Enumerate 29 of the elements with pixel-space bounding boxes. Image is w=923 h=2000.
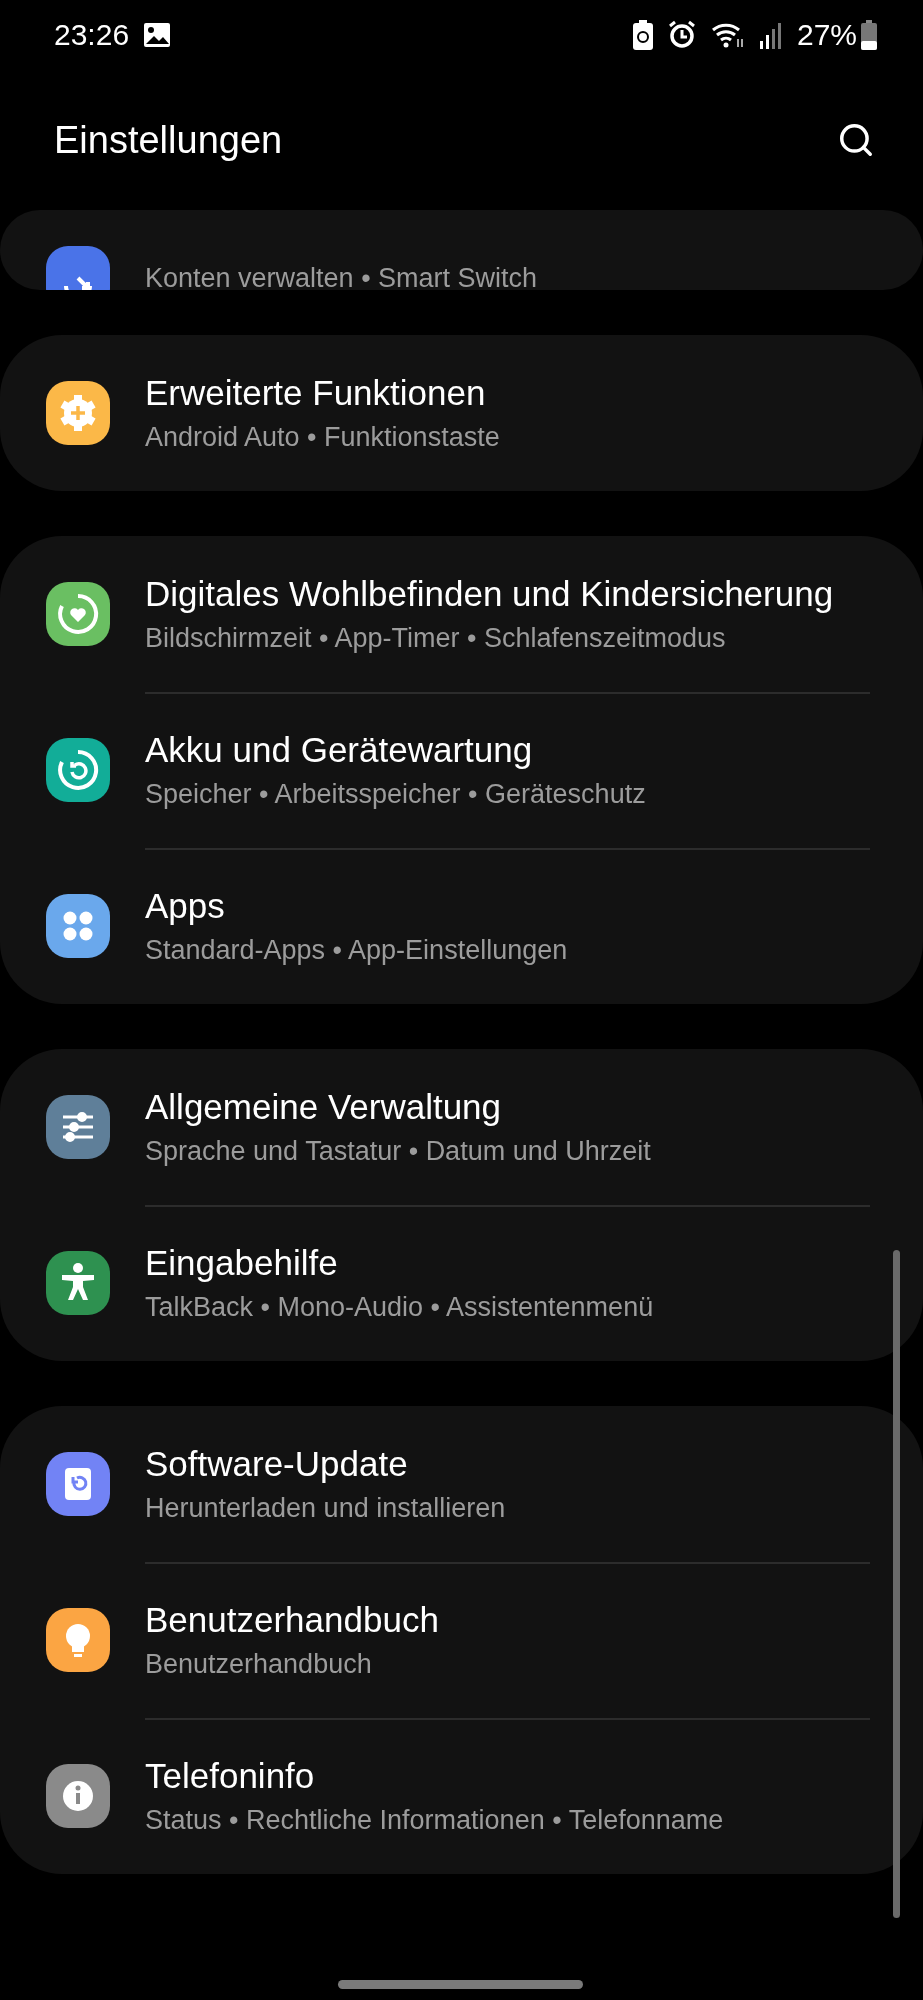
setting-title[interactable]: Akku und Gerätewartung [145,728,646,772]
battery-icon [861,20,877,50]
battery-percent: 27% [796,18,857,52]
battery-saver-icon [632,20,653,50]
image-icon [143,22,172,48]
setting-subtitle: Benutzerhandbuch [145,1648,373,1681]
setting-title[interactable]: Eingabehilfe [145,1241,654,1285]
setting-subtitle: TalkBack • Mono-Audio • Assistentenmenü [145,1291,654,1324]
alarm-icon [666,20,697,50]
setting-title[interactable]: Digitales Wohlbefinden und Kindersicherung [145,572,834,616]
setting-subtitle: Speicher • Arbeitsspeicher • Geräteschutz [145,778,646,811]
setting-subtitle: Standard-Apps • App-Einstellungen [145,934,568,967]
setting-subtitle: Herunterladen und installieren [145,1492,506,1525]
setting-title[interactable]: Benutzerhandbuch [145,1598,439,1642]
setting-subtitle: Konten verwalten • Smart Switch [145,262,538,290]
clock-time: 23:26 [54,18,130,52]
signal-icon [758,21,783,49]
search-icon[interactable] [837,121,875,159]
wifi-icon [710,21,745,49]
setting-subtitle: Bildschirmzeit • App-Timer • Schlafenszeitmodus [145,622,727,655]
setting-subtitle: Status • Rechtliche Informationen • Telefonname [145,1804,724,1837]
setting-title[interactable]: Erweiterte Funktionen [145,371,500,415]
page-title: Einstellungen [54,118,283,162]
setting-subtitle: Android Auto • Funktionstaste [145,421,500,454]
setting-title[interactable]: Software-Update [145,1442,506,1486]
setting-subtitle: Sprache und Tastatur • Datum und Uhrzeit [145,1135,651,1168]
setting-title[interactable]: Telefoninfo [145,1754,724,1798]
setting-title[interactable]: Allgemeine Verwaltung [145,1085,651,1129]
setting-title[interactable]: Apps [145,884,568,928]
